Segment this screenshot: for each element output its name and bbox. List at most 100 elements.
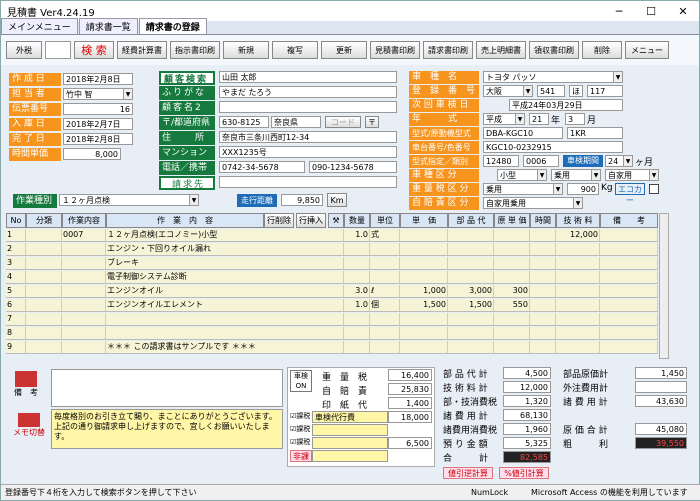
period-field[interactable]: 24 ▼ (605, 155, 633, 167)
next-inspection-field[interactable]: 平成24年03月29日 (509, 99, 623, 111)
cell-price[interactable]: 1,500 (400, 299, 448, 311)
cell-tech[interactable] (556, 313, 600, 325)
zip-search-icon[interactable]: 〒 (365, 116, 379, 128)
cell-note[interactable] (600, 313, 658, 325)
cell-cat[interactable] (26, 313, 62, 325)
table-row[interactable]: 6 エンジンオイルエレメント 1.0 個 1,500 1,500 550 (6, 299, 658, 312)
cell-note[interactable] (600, 257, 658, 269)
cell-qty[interactable] (344, 257, 370, 269)
table-row[interactable]: 1 0007 １２ヶ月点検(エコノミー)小型 1.0 式 12,000 (6, 229, 658, 242)
fee3-taxable[interactable]: ☑課税 (290, 437, 312, 449)
weight-tax-fee-field[interactable]: 16,400 (388, 369, 432, 381)
tab-invoice-list[interactable]: 請求書一覧 (78, 18, 138, 34)
weight-class-field[interactable]: 乗用 ▼ (483, 183, 563, 195)
cell-parts[interactable] (448, 243, 494, 255)
cell-price[interactable] (400, 271, 448, 283)
cell-cost[interactable] (494, 313, 530, 325)
jibai-fee-field[interactable]: 25,830 (388, 383, 432, 395)
cell-unit[interactable] (370, 243, 400, 255)
discount-reverse-button[interactable]: 値引逆計算 (443, 467, 493, 479)
cell-qty[interactable] (344, 271, 370, 283)
cell-unit[interactable] (370, 341, 400, 353)
chevron-down-icon[interactable]: ▼ (515, 114, 524, 124)
table-row[interactable]: 3 ブレーキ (6, 257, 658, 270)
cell-time[interactable] (530, 313, 556, 325)
cell-item[interactable] (106, 313, 344, 325)
tab-main-menu[interactable]: メインメニュー (1, 18, 78, 34)
cell-cost[interactable] (494, 341, 530, 353)
cell-time[interactable] (530, 299, 556, 311)
fee3-name-field[interactable] (312, 437, 388, 449)
cell-qty[interactable] (344, 341, 370, 353)
zip-field[interactable]: 630-8125 (219, 116, 269, 128)
cell-item[interactable]: エンジンオイルエレメント (106, 299, 344, 311)
cell-cost[interactable] (494, 271, 530, 283)
slip-number-field[interactable]: 16 (63, 103, 133, 115)
cell-note[interactable] (600, 243, 658, 255)
weight-field[interactable]: 900 (567, 183, 599, 195)
new-button[interactable]: 新規 (223, 41, 269, 59)
shaken-on-button[interactable]: 車検ON (290, 370, 312, 392)
cell-unit[interactable] (370, 257, 400, 269)
cell-parts[interactable] (448, 257, 494, 269)
sales-detail-button[interactable]: 売上明細書 (476, 41, 526, 59)
cell-cat[interactable] (26, 327, 62, 339)
cell-item[interactable]: 電子制御システム診断 (106, 271, 344, 283)
cell-unit[interactable] (370, 271, 400, 283)
cell-qty[interactable]: 3.0 (344, 285, 370, 297)
reg-number-input[interactable] (45, 41, 71, 59)
km-button[interactable]: Km (327, 193, 347, 207)
cell-tech[interactable] (556, 327, 600, 339)
cell-price[interactable] (400, 327, 448, 339)
chevron-down-icon[interactable]: ▼ (189, 195, 198, 205)
cell-note[interactable] (600, 327, 658, 339)
chevron-down-icon[interactable]: ▼ (123, 89, 132, 99)
billing-button[interactable]: 請求先 (159, 176, 215, 190)
cell-no[interactable]: 1 (6, 229, 26, 241)
tel-field[interactable]: 0742-34-5678 (219, 161, 305, 173)
cell-unit[interactable]: 個 (370, 299, 400, 311)
cell-no[interactable]: 7 (6, 313, 26, 325)
cell-no[interactable]: 6 (6, 299, 26, 311)
tools-icon[interactable]: ⚒ (328, 213, 344, 228)
class-field[interactable]: 0006 (523, 155, 559, 167)
cell-time[interactable] (530, 271, 556, 283)
cell-cat[interactable] (26, 257, 62, 269)
year-field[interactable]: 21 (529, 113, 549, 125)
cell-code[interactable] (62, 327, 106, 339)
shiji-print-button[interactable]: 指示書印刷 (170, 41, 220, 59)
cell-time[interactable] (530, 229, 556, 241)
cell-code[interactable]: 0007 (62, 229, 106, 241)
cell-cost[interactable]: 550 (494, 299, 530, 311)
work-type-field[interactable]: １２ヶ月点検 ▼ (59, 194, 199, 206)
code-button[interactable]: コード (325, 116, 361, 128)
cell-code[interactable] (62, 313, 106, 325)
table-row[interactable]: 9 ＊＊＊ この請求書はサンプルです ＊＊＊ (6, 341, 658, 354)
cell-no[interactable]: 8 (6, 327, 26, 339)
plate-number-field[interactable]: 117 (587, 85, 623, 97)
cell-note[interactable] (600, 299, 658, 311)
cell-cat[interactable] (26, 243, 62, 255)
cell-item[interactable]: １２ヶ月点検(エコノミー)小型 (106, 229, 344, 241)
cell-cat[interactable] (26, 271, 62, 283)
invoice-message[interactable]: 毎度格別のお引き立て賜り、まことにありがとうございます。上記の通り御請求申し上げ… (51, 409, 283, 449)
era-field[interactable]: 平成 ▼ (483, 113, 525, 125)
table-row[interactable]: 4 電子制御システム診断 (6, 271, 658, 284)
table-row[interactable]: 5 エンジンオイル 3.0 ℓ 1,000 3,000 300 (6, 285, 658, 298)
fee1-name-field[interactable]: 車検代行費 (312, 411, 388, 423)
cell-item[interactable]: エンジンオイル (106, 285, 344, 297)
nontax1-button[interactable]: 非課 (290, 450, 312, 462)
keihi-button[interactable]: 経費計算書 (117, 41, 167, 59)
cell-unit[interactable] (370, 327, 400, 339)
cell-price[interactable] (400, 313, 448, 325)
created-date-field[interactable]: 2018年2月8日 (63, 73, 133, 85)
name2-field[interactable] (219, 101, 397, 113)
delete-button[interactable]: 削除 (582, 41, 622, 59)
cell-tech[interactable] (556, 271, 600, 283)
engine-field[interactable]: 1KR (567, 127, 623, 139)
use-class-field[interactable]: 乗用 ▼ (551, 169, 601, 181)
chevron-down-icon[interactable]: ▼ (573, 198, 582, 208)
close-icon[interactable]: ✕ (667, 5, 699, 18)
class-number-field[interactable]: 541 (537, 85, 565, 97)
cell-no[interactable]: 2 (6, 243, 26, 255)
